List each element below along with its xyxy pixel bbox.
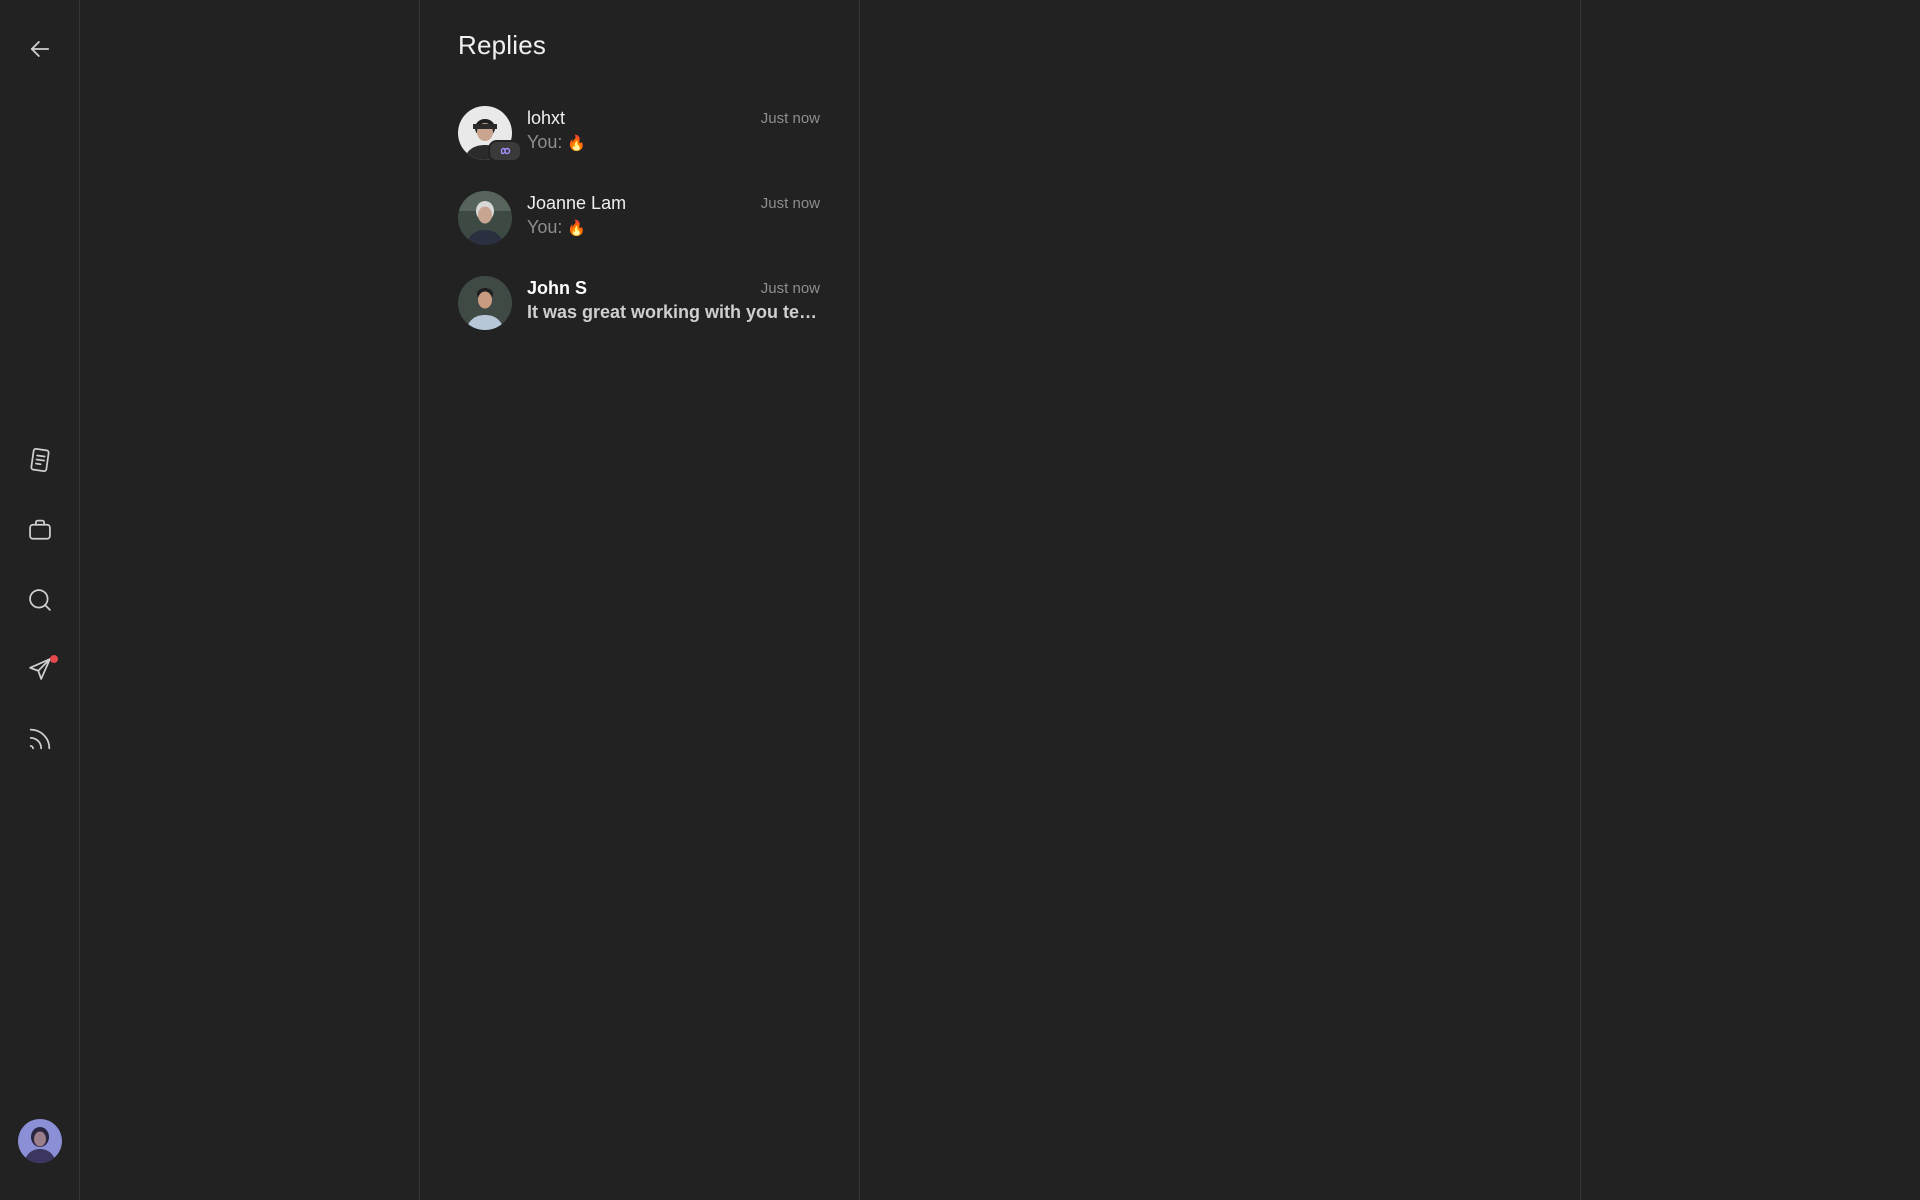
conversation-time: Just now: [760, 280, 820, 297]
nav-messages-button[interactable]: [20, 649, 60, 689]
nav-jobs-button[interactable]: [20, 510, 60, 550]
document-icon: [30, 447, 50, 473]
infinity-icon: [500, 147, 511, 155]
conversation-name: Joanne Lam: [527, 193, 627, 213]
conversation-item[interactable]: lohxt Just now You: 🔥: [458, 102, 820, 162]
nav-feed-button[interactable]: [20, 719, 60, 759]
nav-documents-button[interactable]: [20, 440, 60, 480]
search-icon: [29, 589, 51, 611]
avatar: [458, 276, 512, 330]
conversation-name: lohxt: [527, 108, 566, 128]
conversation-preview: You: 🔥: [527, 132, 820, 153]
nav-search-button[interactable]: [20, 580, 60, 620]
community-badge: [488, 140, 522, 162]
conversation-time: Just now: [760, 195, 820, 212]
conversation-time: Just now: [760, 110, 820, 127]
fire-emoji: 🔥: [567, 220, 587, 237]
detail-pane: [860, 0, 1580, 1200]
notification-dot: [50, 655, 58, 663]
preview-prefix: You:: [527, 217, 568, 237]
conversation-item[interactable]: John S Just now It was great working wit…: [458, 272, 820, 332]
app-window: Replies lohxt Just now You: 🔥 Joanne Lam…: [0, 0, 1920, 1200]
conversation-name: John S: [527, 278, 588, 298]
conversation-item[interactable]: Joanne Lam Just now You: 🔥: [458, 187, 820, 247]
briefcase-icon: [29, 519, 51, 540]
feed-icon: [29, 728, 51, 750]
arrow-left-icon: [30, 41, 50, 57]
profile-avatar[interactable]: [18, 1119, 62, 1163]
preview-prefix: You:: [527, 132, 568, 152]
conversation-preview: It was great working with you team: [527, 302, 820, 322]
nav-rail: [0, 0, 80, 1200]
avatar: [458, 191, 512, 245]
column-divider: [1580, 0, 1581, 1200]
conversation-preview: You: 🔥: [527, 217, 820, 238]
replies-panel: Replies lohxt Just now You: 🔥 Joanne Lam…: [420, 0, 859, 1200]
back-button[interactable]: [20, 29, 60, 69]
fire-emoji: 🔥: [567, 135, 587, 152]
page-title: Replies: [458, 30, 547, 60]
